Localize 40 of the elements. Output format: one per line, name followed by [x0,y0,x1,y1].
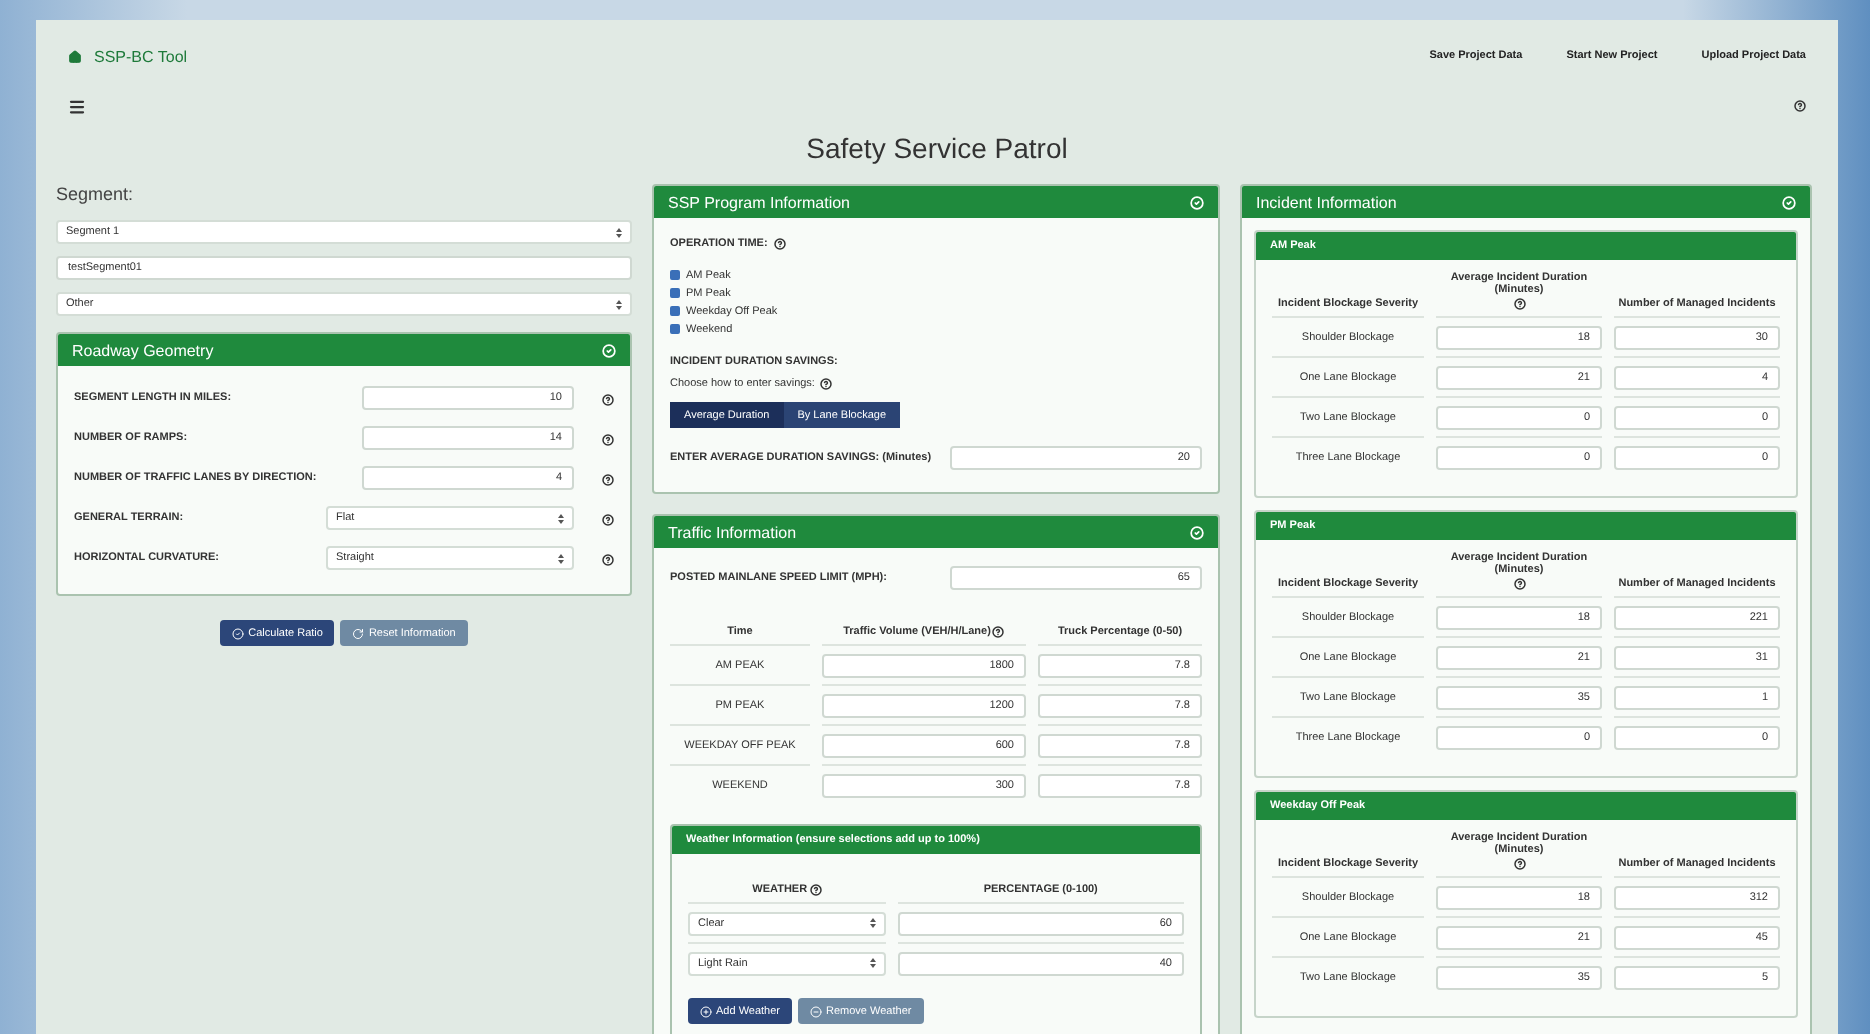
info-icon [1513,298,1525,310]
check-circle-icon[interactable] [1782,195,1796,209]
caret-icon [869,918,876,928]
panel-title: Traffic Information [668,523,797,541]
brand-link[interactable]: SSP-BC Tool [94,47,188,65]
check-circle-icon[interactable] [1190,525,1204,539]
info-icon [1513,578,1525,590]
panel-title: SSP Program Information [668,193,851,211]
checkbox[interactable] [670,270,680,280]
minus-icon [810,1005,823,1017]
info-icon [773,238,786,250]
info-icon [1513,858,1525,870]
info-icon [602,434,614,446]
caret-icon [558,553,564,563]
home-icon[interactable] [68,49,82,63]
page-title: Safety Service Patrol [804,130,1070,168]
refresh-icon [352,627,365,639]
check-circle-icon[interactable] [602,343,616,357]
checkbox[interactable] [670,288,680,298]
panel-title: Roadway Geometry [72,341,214,359]
caret-icon [616,227,622,237]
info-icon [602,394,614,406]
check-circle-icon[interactable] [1190,195,1204,209]
panel-title: Incident Information [1256,193,1397,211]
checkbox[interactable] [670,324,680,334]
info-icon [992,626,1005,638]
help-icon [1794,100,1806,112]
caret-icon [558,513,564,523]
menu-icon[interactable] [68,97,86,115]
plus-icon [700,1005,712,1017]
check-circle-icon [232,627,245,639]
info-icon [602,474,614,486]
info-icon [820,378,833,390]
caret-icon [616,299,622,309]
checkbox[interactable] [670,306,680,316]
caret-icon [869,958,876,968]
info-icon [809,884,822,896]
info-icon [602,554,614,566]
segment-label: Segment: [56,184,136,208]
info-icon [602,514,614,526]
